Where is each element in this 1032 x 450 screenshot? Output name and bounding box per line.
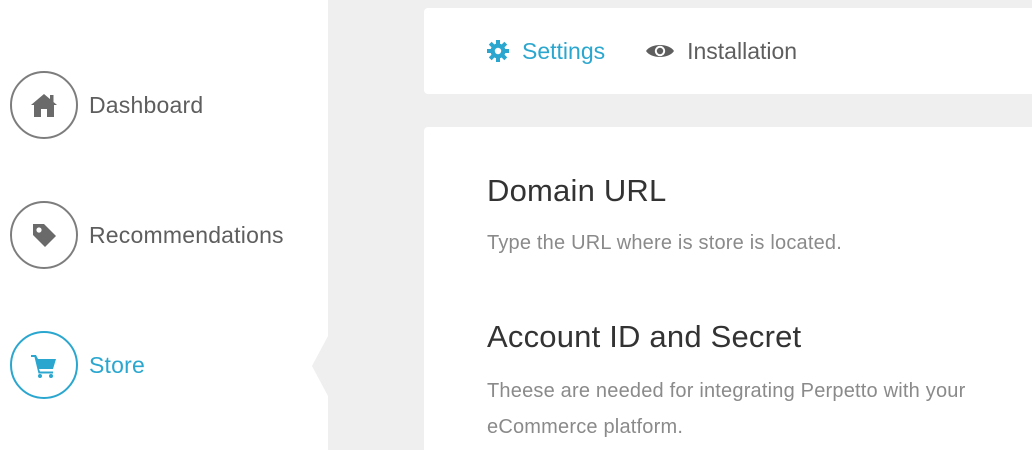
section-title-domain-url: Domain URL (487, 173, 667, 208)
app-root: Dashboard Recommendations Store Settings… (0, 0, 1032, 450)
sidebar-item-icon-circle (10, 331, 78, 399)
sidebar-item-recommendations[interactable]: Recommendations (10, 201, 284, 269)
sidebar: Dashboard Recommendations Store (0, 0, 328, 450)
sidebar-item-icon-circle (10, 201, 78, 269)
tab-label: Settings (522, 37, 606, 64)
home-icon (31, 94, 57, 117)
settings-content: Domain URL Type the URL where is store i… (424, 127, 1032, 450)
tab-settings[interactable]: Settings (486, 38, 605, 65)
cart-icon (31, 355, 56, 378)
sidebar-item-label: Store (89, 351, 145, 378)
sidebar-item-icon-circle (10, 71, 78, 139)
active-pointer-notch (312, 336, 328, 396)
sidebar-item-label: Recommendations (89, 221, 284, 248)
eye-icon (645, 41, 675, 61)
section-description-account-id: Theese are needed for integrating Perpet… (487, 380, 966, 438)
section-description-domain-url: Type the URL where is store is located. (487, 232, 842, 254)
section-title-account-id: Account ID and Secret (487, 319, 802, 354)
sidebar-item-dashboard[interactable]: Dashboard (10, 71, 203, 139)
tabs-bar: Settings Installation (424, 8, 1032, 94)
tab-label: Installation (687, 37, 798, 64)
sidebar-item-label: Dashboard (89, 91, 204, 118)
tab-installation[interactable]: Installation (645, 38, 797, 65)
sidebar-item-store[interactable]: Store (10, 331, 145, 399)
gear-icon (486, 39, 510, 63)
tag-icon (33, 224, 56, 247)
